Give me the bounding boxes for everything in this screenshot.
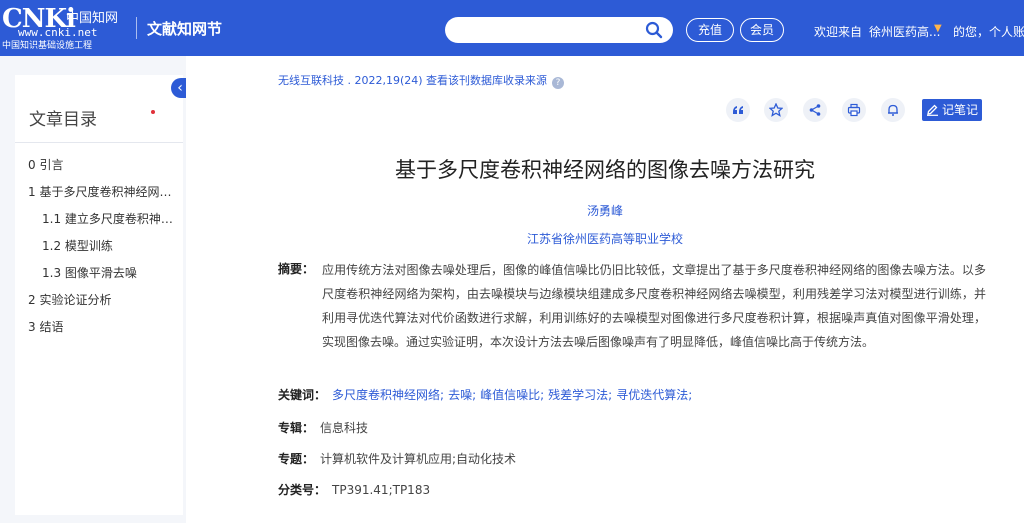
toc-item[interactable]: 3 结语 <box>28 317 178 344</box>
pencil-icon <box>927 104 938 116</box>
subscribe-button[interactable] <box>881 98 905 122</box>
logo-subtitle: 中国知识基础设施工程 <box>2 41 93 51</box>
toc-item[interactable]: 0 引言 <box>28 155 178 182</box>
journal-source-text: 无线互联科技 . 2022,19(24) 查看该刊数据库收录来源 <box>278 74 548 87</box>
take-note-button[interactable]: 记笔记 <box>922 99 982 121</box>
chevron-down-icon[interactable]: ▼ <box>934 23 942 34</box>
chevron-left-icon: ‹ <box>177 80 183 96</box>
keyword-link[interactable]: 峰值信噪比; <box>480 388 544 402</box>
article-title: 基于多尺度卷积神经网络的图像去噪方法研究 <box>395 158 815 182</box>
topic-value: 计算机软件及计算机应用;自动化技术 <box>320 452 517 466</box>
keywords-label: 关键词： <box>278 388 327 402</box>
star-icon <box>769 103 783 117</box>
abstract-text: 应用传统方法对图像去噪处理后，图像的峰值信噪比仍旧比较低，文章提出了基于多尺度卷… <box>322 263 986 349</box>
toc-divider <box>15 142 183 143</box>
toc-indicator-dot <box>151 110 155 114</box>
special-row: 专辑： 信息科技 <box>278 419 368 436</box>
toc-list: 0 引言 1 基于多尺度卷积神经网络的图像去噪方法设计 1.1 建立多尺度卷积神… <box>28 155 178 344</box>
favorite-button[interactable] <box>764 98 788 122</box>
help-icon[interactable]: ? <box>552 77 565 89</box>
affiliation-link[interactable]: 江苏省徐州医药高等职业学校 <box>186 230 1024 247</box>
keyword-link[interactable]: 寻优迭代算法; <box>616 388 692 402</box>
classification-row: 分类号： TP391.41;TP183 <box>278 481 430 498</box>
toc-item[interactable]: 2 实验论证分析 <box>28 290 178 317</box>
classification-label: 分类号： <box>278 483 327 497</box>
toc-sidebar: 文章目录 0 引言 1 基于多尺度卷积神经网络的图像去噪方法设计 1.1 建立多… <box>15 75 183 515</box>
search-icon[interactable] <box>645 21 663 39</box>
special-value: 信息科技 <box>320 421 369 435</box>
article-panel: 无线互联科技 . 2022,19(24) 查看该刊数据库收录来源? 记笔记 基于… <box>186 56 1024 523</box>
toc-title: 文章目录 <box>29 110 97 130</box>
topic-row: 专题： 计算机软件及计算机应用;自动化技术 <box>278 450 516 467</box>
print-button[interactable] <box>842 98 866 122</box>
keywords-row: 关键词： 多尺度卷积神经网络; 去噪; 峰值信噪比; 残差学习法; 寻优迭代算法; <box>278 386 696 403</box>
share-icon <box>809 104 821 116</box>
classification-value: TP391.41;TP183 <box>332 483 431 497</box>
member-button[interactable]: 会员 <box>740 18 784 42</box>
top-bar: CNKi 中国知网 www.cnki.net 中国知识基础设施工程 文献知网节 … <box>0 0 1024 56</box>
recharge-button[interactable]: 充值 <box>686 18 734 42</box>
toc-item[interactable]: 1.1 建立多尺度卷积神经网络去噪模型 <box>28 209 178 236</box>
quote-icon <box>733 106 743 114</box>
welcome-text: 欢迎来自 <box>814 25 863 39</box>
author-link[interactable]: 汤勇峰 <box>186 202 1024 219</box>
toc-item[interactable]: 1 基于多尺度卷积神经网络的图像去噪方法设计 <box>28 182 178 209</box>
site-name[interactable]: 文献知网节 <box>147 18 222 39</box>
account-greeting[interactable]: 的您，个人账户 <box>953 23 1024 40</box>
abstract-label: 摘要： <box>278 262 315 276</box>
logo-chinese-name: 中国知网 <box>66 11 119 26</box>
toc-item[interactable]: 1.3 图像平滑去噪 <box>28 263 178 290</box>
bell-icon <box>888 104 898 116</box>
quote-button[interactable] <box>726 98 750 122</box>
keyword-link[interactable]: 多尺度卷积神经网络; <box>332 388 444 402</box>
topic-label: 专题： <box>278 452 315 466</box>
journal-source[interactable]: 无线互联科技 . 2022,19(24) 查看该刊数据库收录来源? <box>278 72 565 89</box>
take-note-label: 记笔记 <box>942 103 979 117</box>
keyword-link[interactable]: 去噪; <box>448 388 476 402</box>
print-icon <box>847 103 861 117</box>
keyword-link[interactable]: 残差学习法; <box>548 388 612 402</box>
special-label: 专辑： <box>278 421 315 435</box>
org-name-link[interactable]: 徐州医药高... <box>869 23 940 40</box>
cnki-logo[interactable]: CNKi 中国知网 www.cnki.net 中国知识基础设施工程 <box>2 4 130 52</box>
share-button[interactable] <box>803 98 827 122</box>
header-divider <box>136 17 137 39</box>
search-input[interactable] <box>445 17 673 43</box>
toc-item[interactable]: 1.2 模型训练 <box>28 236 178 263</box>
